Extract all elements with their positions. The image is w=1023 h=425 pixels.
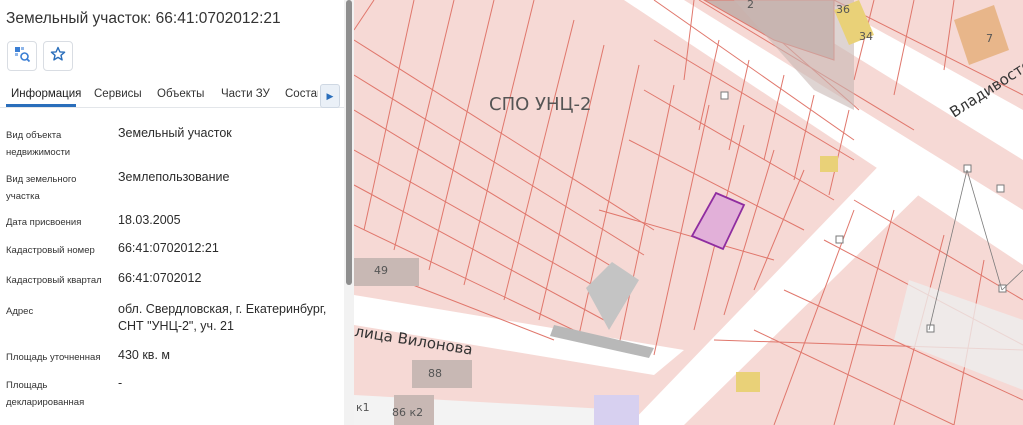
panel-scrollbar[interactable]	[344, 0, 354, 425]
property-value: 66:41:0702012:21	[118, 241, 219, 255]
map-building-number: 2	[747, 0, 754, 11]
map-building	[820, 156, 838, 172]
map-building-number: 49	[374, 264, 388, 277]
map-building-number: 36	[836, 3, 850, 16]
property-label: Вид объекта недвижимости	[6, 130, 71, 158]
cadastral-map[interactable]: СПО УНЦ-2 лица Вилонова Владивосто 2 36 …	[354, 0, 1023, 425]
map-building	[594, 395, 639, 425]
map-building	[736, 372, 760, 392]
property-label: Кадастровый квартал	[6, 275, 102, 286]
property-value: -	[118, 376, 123, 390]
map-building-number: к1	[356, 401, 370, 414]
property-value: обл. Свердловская, г. Екатеринбург, СНТ …	[118, 302, 327, 333]
property-label: Площадь уточненная	[6, 352, 101, 363]
map-building-number: 34	[859, 30, 873, 43]
star-outline-icon	[50, 46, 66, 67]
map-canvas[interactable]: СПО УНЦ-2 лица Вилонова Владивосто 2 36 …	[354, 0, 1023, 425]
favorite-button[interactable]	[43, 41, 73, 71]
scrollbar-thumb[interactable]	[346, 0, 352, 285]
property-label: Дата присвоения	[6, 217, 82, 228]
tab-land-parts[interactable]: Части ЗУ	[221, 88, 270, 100]
tab-services[interactable]: Сервисы	[94, 88, 142, 100]
tabs-divider	[0, 107, 344, 108]
map-building-number: 7	[986, 32, 993, 45]
property-label: Кадастровый номер	[6, 245, 95, 256]
locate-on-map-button[interactable]	[7, 41, 37, 71]
tab-objects[interactable]: Объекты	[157, 88, 204, 100]
property-value: Землепользование	[118, 170, 230, 184]
info-panel: Земельный участок: 66:41:0702012:21 Инфо…	[0, 0, 344, 425]
property-value: Земельный участок	[118, 126, 232, 140]
property-value: 66:41:0702012	[118, 271, 202, 285]
property-value: 18.03.2005	[118, 213, 181, 227]
triangle-right-icon: ▶	[326, 90, 334, 101]
map-area-label: СПО УНЦ-2	[489, 94, 591, 115]
map-building-number: 86 к2	[392, 406, 423, 419]
property-label: Вид земельного участка	[6, 174, 77, 202]
map-search-icon	[13, 45, 31, 68]
property-value: 430 кв. м	[118, 348, 170, 362]
tab-composition[interactable]: Состав	[285, 88, 318, 100]
map-building	[412, 360, 472, 388]
panel-title: Земельный участок: 66:41:0702012:21	[6, 10, 281, 27]
property-label: Площадь декларированная	[6, 380, 85, 408]
tab-info[interactable]: Информация	[11, 88, 81, 100]
map-building-number: 88	[428, 367, 442, 380]
property-label: Адрес	[6, 306, 34, 317]
tabs-scroll-right-button[interactable]: ▶	[320, 84, 340, 108]
